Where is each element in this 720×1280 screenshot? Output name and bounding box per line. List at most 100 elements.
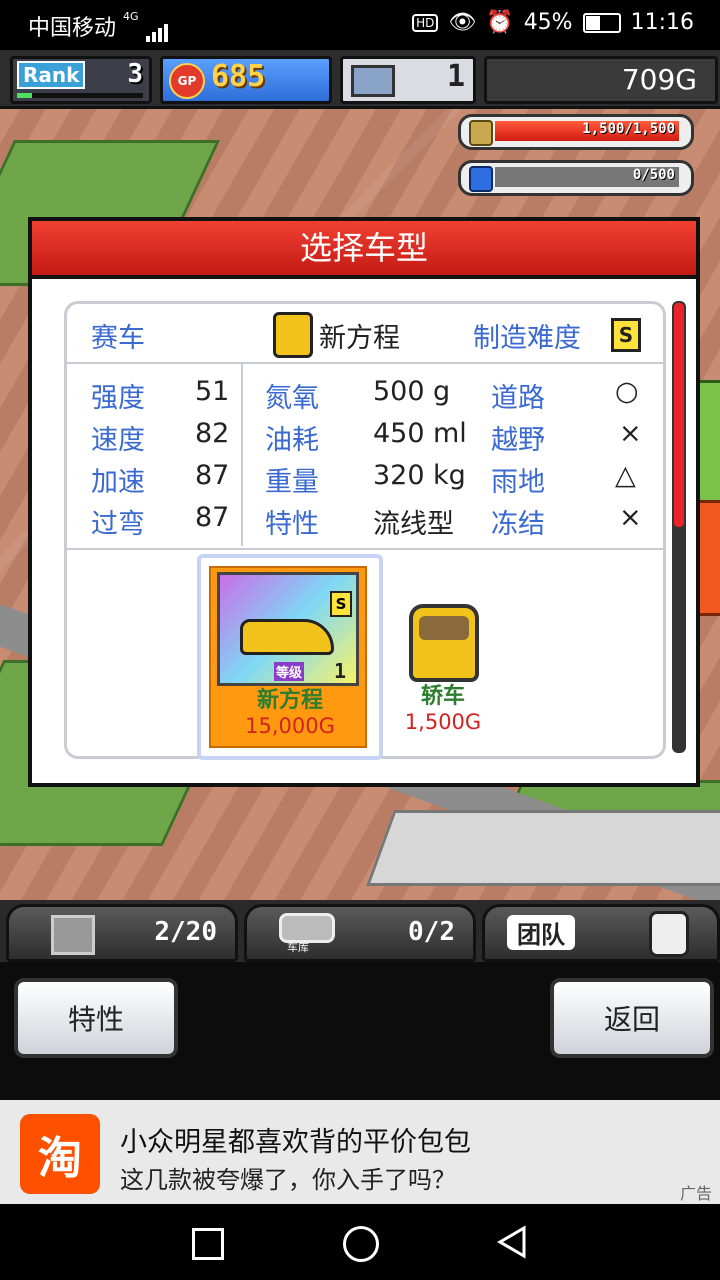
signal-icon (145, 16, 170, 42)
scrollbar-thumb[interactable] (674, 303, 684, 527)
stat-value: 51 (195, 376, 230, 407)
car-info-panel: 赛车 新方程 制造难度 S 强度 51 速度 82 加速 87 过弯 87 氮氧… (64, 301, 666, 760)
formula-car-box-icon: S 等级 1 (217, 572, 359, 686)
car-option-name: 新方程 (256, 688, 323, 713)
computer-icon (351, 65, 395, 97)
spec-unit: g (433, 376, 451, 407)
rank-label: Rank (17, 61, 86, 89)
select-car-dialog: 选择车型 赛车 新方程 制造难度 S 强度 51 速度 82 加速 87 过弯 … (28, 217, 700, 787)
computer-box[interactable]: 1 (340, 56, 476, 104)
spec-value: 320 (373, 460, 425, 491)
spec-label: 特性 (265, 509, 319, 540)
carrier-label: 中国移动 4G (28, 10, 170, 42)
tab-team[interactable]: 团队 (482, 904, 720, 962)
gp-value: 685 (211, 59, 266, 94)
money-box: 709G (484, 56, 718, 104)
tab-garage[interactable]: 车库 0/2 (244, 904, 476, 962)
gp-box[interactable]: GP 685 (160, 56, 332, 104)
alarm-icon: ⏰ (486, 10, 514, 35)
stat-value: 87 (195, 502, 230, 533)
stat-label: 速度 (91, 425, 145, 456)
divider (67, 548, 663, 550)
level-number: 1 (333, 659, 346, 683)
battery-icon (582, 12, 621, 33)
spec-label: 氮氧 (265, 383, 319, 414)
back-nav-icon[interactable] (494, 1224, 530, 1260)
formula-car-shape (240, 619, 334, 655)
car-option-name: 轿车 (420, 684, 465, 709)
ad-tag: 广告 (679, 1184, 712, 1203)
home-icon[interactable] (343, 1226, 379, 1262)
clock: 11:16 (630, 10, 694, 35)
fuel-amount: 1,500/1,500 (582, 121, 675, 137)
garage-count: 0/2 (408, 917, 455, 947)
materials-count: 2/20 (154, 917, 217, 947)
difficulty-badge: S (611, 318, 641, 352)
divider (241, 364, 243, 546)
terrain-rating: ○ (615, 376, 639, 407)
ad-subline: 这几款被夸爆了，你入手了吗？ (120, 1166, 456, 1194)
taobao-logo-icon: 淘 (20, 1114, 100, 1194)
grade-s-badge: S (330, 591, 352, 617)
terrain-rating: × (619, 502, 642, 533)
car-option-formula[interactable]: S 等级 1 新方程 15,000G (197, 554, 383, 760)
rank-value: 3 (127, 59, 143, 89)
level-label: 等级 (274, 662, 305, 681)
back-button[interactable]: 返回 (550, 978, 714, 1058)
spec-value: 500 (373, 376, 425, 407)
stat-value: 82 (195, 418, 230, 449)
computer-count: 1 (446, 59, 465, 94)
bottle-icon (469, 166, 493, 192)
system-nav-bar (0, 1204, 720, 1280)
fuel-resource-bar: 1,500/1,500 (458, 114, 694, 150)
car-option-price: 15,000G (245, 714, 335, 738)
stat-label: 过弯 (91, 509, 145, 540)
traits-button[interactable]: 特性 (14, 978, 178, 1058)
dialog-scrollbar[interactable] (672, 301, 686, 753)
status-right: HD 👁 ⏰ 45% 11:16 (412, 10, 694, 35)
bottom-hud: 2/20 车库 0/2 团队 (0, 900, 720, 962)
difficulty-label: 制造难度 (473, 323, 581, 354)
nitro-amount: 0/500 (632, 167, 675, 183)
recents-icon[interactable] (192, 1228, 224, 1260)
spec-value: 流线型 (373, 509, 454, 540)
building-wall (366, 810, 720, 886)
category-label: 赛车 (91, 323, 145, 354)
terrain-rating: △ (615, 460, 636, 491)
crate-icon (51, 915, 95, 955)
terrain-label: 越野 (491, 425, 545, 456)
nitro-resource-bar: 0/500 (458, 160, 694, 196)
spec-label: 重量 (265, 467, 319, 498)
rank-progress-bar (17, 93, 143, 98)
tab-materials[interactable]: 2/20 (6, 904, 238, 962)
terrain-label: 雨地 (491, 467, 545, 498)
hd-icon: HD (412, 13, 439, 32)
team-label: 团队 (507, 915, 575, 950)
car-option-sedan[interactable]: 轿车 1,500G (385, 554, 545, 752)
car-option-price: 1,500G (404, 710, 482, 734)
network-type: 4G (123, 10, 139, 23)
spec-unit: kg (433, 460, 466, 491)
staff-avatar-icon (649, 911, 689, 957)
ad-banner[interactable]: 淘 小众明星都喜欢背的平价包包 这几款被夸爆了，你入手了吗？ 广告 (0, 1100, 720, 1204)
eye-icon: 👁 (448, 10, 477, 35)
garage-label: 车库 (287, 941, 309, 954)
gp-coin-icon: GP (169, 63, 205, 99)
rank-box[interactable]: Rank 3 (10, 56, 152, 104)
terrain-label: 道路 (491, 383, 545, 414)
spec-label: 油耗 (265, 425, 319, 456)
terrain-label: 冻结 (491, 509, 545, 540)
spec-unit: ml (433, 418, 467, 449)
sedan-car-icon (409, 604, 479, 682)
ad-headline: 小众明星都喜欢背的平价包包 (120, 1127, 471, 1158)
money-value: 709G (621, 63, 697, 96)
stat-value: 87 (195, 460, 230, 491)
action-bar: 特性 返回 (0, 962, 720, 1100)
stat-label: 加速 (91, 467, 145, 498)
dialog-title: 选择车型 (32, 221, 696, 279)
status-bar: 中国移动 4G HD 👁 ⏰ 45% 11:16 (0, 0, 720, 50)
battery-percent: 45% (523, 10, 573, 35)
stat-label: 强度 (91, 383, 145, 414)
car-header-row: 赛车 新方程 制造难度 S (67, 304, 663, 364)
top-hud: Rank 3 GP 685 1 709G (0, 50, 720, 109)
